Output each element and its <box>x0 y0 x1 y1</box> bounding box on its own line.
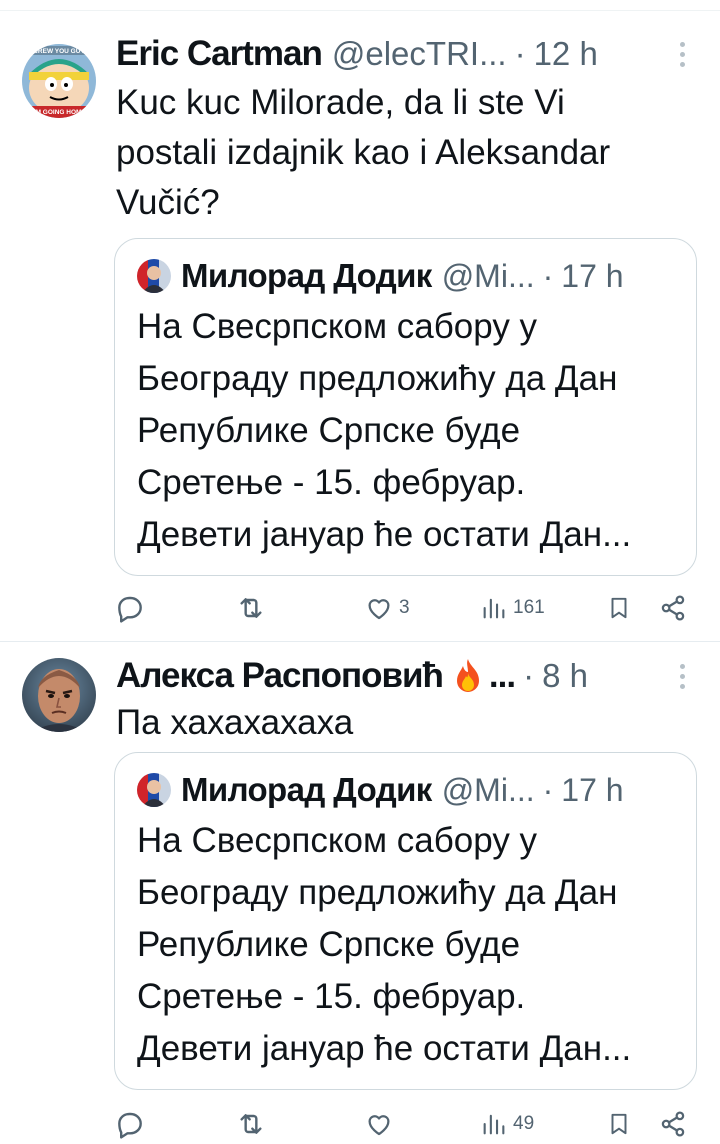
views-count: 161 <box>513 597 545 618</box>
face-avatar-icon <box>22 658 96 732</box>
like-button[interactable]: 3 <box>364 588 410 628</box>
tweet-header: Eric Cartman @elecTRI... · 12 h <box>116 30 690 78</box>
separator-dot: · <box>523 657 535 694</box>
quoted-tweet[interactable]: Милорад Додик @Mi... · 17 h На Свесрпско… <box>114 238 697 576</box>
avatar-banner-top: SCREW YOU GUYS <box>29 48 90 55</box>
text-line: Републике Српске буде <box>137 925 521 964</box>
name-truncation: ... <box>488 656 516 695</box>
quote-author-handle[interactable]: @Mi... <box>442 772 535 809</box>
tweet-header: Алекса Распоповић ... · 8 h <box>116 652 690 700</box>
text-line: Kuc kuc Milorade, da li ste Vi <box>116 83 565 122</box>
author-name[interactable]: Алекса Распоповић <box>116 656 444 696</box>
tweet-text: Kuc kuc Milorade, da li ste Vi postali i… <box>116 78 690 228</box>
tweet-1[interactable]: SCREW YOU GUYS I'M GOING HOME Eric Cartm… <box>0 0 720 640</box>
views-count: 49 <box>513 1113 535 1134</box>
retweet-icon <box>240 1114 262 1134</box>
more-icon[interactable] <box>674 34 690 74</box>
reply-icon <box>118 596 142 623</box>
reply-button[interactable] <box>114 1104 151 1144</box>
separator-dot: · <box>542 257 554 294</box>
share-button[interactable] <box>658 1104 688 1144</box>
text-line: Сретење - 15. фебруар. <box>137 977 526 1016</box>
bookmark-icon <box>611 1113 627 1135</box>
retweet-icon <box>240 598 262 618</box>
text-line: Сретење - 15. фебруар. <box>137 463 526 502</box>
text-line: postali izdajnik kao i Aleksandar <box>116 133 611 172</box>
more-icon[interactable] <box>674 656 690 696</box>
text-line: Републике Српске буде <box>137 411 521 450</box>
reply-icon <box>118 1112 142 1139</box>
views-icon <box>483 598 505 619</box>
timestamp[interactable]: 8 h <box>542 657 588 695</box>
reply-button[interactable] <box>114 588 151 628</box>
share-button[interactable] <box>658 588 688 628</box>
quote-text: На Свесрпском сабору у Београду предложи… <box>137 301 678 561</box>
quote-author-name[interactable]: Милорад Додик <box>181 771 432 809</box>
text-line: На Свесрпском сабору у <box>137 307 538 346</box>
quote-header: Милорад Додик @Mi... · 17 h <box>137 767 678 813</box>
text-line: Девети јануар ће остати Дан... <box>137 1029 632 1068</box>
action-bar: 49 <box>114 1104 694 1144</box>
share-icon <box>661 595 685 621</box>
like-icon <box>368 599 390 620</box>
like-icon <box>368 1115 390 1136</box>
timestamp[interactable]: 12 h <box>534 35 598 73</box>
text-line: Па хахахахаха <box>116 703 354 742</box>
tweet-text: Па хахахахаха <box>116 698 690 748</box>
fire-emoji-icon <box>453 657 483 695</box>
separator-dot: · <box>542 771 554 808</box>
text-line: Vučić? <box>116 183 220 222</box>
views-button[interactable]: 161 <box>480 588 545 628</box>
views-icon <box>483 1114 505 1135</box>
bookmark-icon <box>611 597 627 619</box>
text-line: Девети јануар ће остати Дан... <box>137 515 632 554</box>
bookmark-button[interactable] <box>606 588 632 628</box>
quote-author-handle[interactable]: @Mi... <box>442 258 535 295</box>
bookmark-button[interactable] <box>606 1104 632 1144</box>
quote-avatar <box>137 259 171 293</box>
quote-author-name[interactable]: Милорад Додик <box>181 257 432 295</box>
dodik-avatar-icon <box>137 773 171 807</box>
like-count: 3 <box>399 597 410 618</box>
author-handle[interactable]: @elecTRI... <box>332 35 507 73</box>
quote-timestamp[interactable]: 17 h <box>561 772 623 809</box>
retweet-button[interactable] <box>234 1104 273 1144</box>
tweet-2[interactable]: Алекса Распоповић ... · 8 h Па хахахахах… <box>0 642 720 1139</box>
retweet-button[interactable] <box>234 588 273 628</box>
quote-timestamp[interactable]: 17 h <box>561 258 623 295</box>
text-line: Београду предложићу да Дан <box>137 873 618 912</box>
quote-avatar <box>137 773 171 807</box>
quoted-tweet[interactable]: Милорад Додик @Mi... · 17 h На Свесрпско… <box>114 752 697 1090</box>
text-line: На Свесрпском сабору у <box>137 821 538 860</box>
cartman-avatar-icon: SCREW YOU GUYS I'M GOING HOME <box>22 44 96 118</box>
share-icon <box>661 1111 685 1137</box>
avatar[interactable]: SCREW YOU GUYS I'M GOING HOME <box>22 44 96 118</box>
author-name[interactable]: Eric Cartman <box>116 34 323 74</box>
avatar-banner-bottom: I'M GOING HOME <box>32 109 86 116</box>
quote-text: На Свесрпском сабору у Београду предложи… <box>137 815 678 1075</box>
quote-header: Милорад Додик @Mi... · 17 h <box>137 253 678 299</box>
action-bar: 3 161 <box>114 588 694 628</box>
like-button[interactable] <box>364 1104 399 1144</box>
views-button[interactable]: 49 <box>480 1104 534 1144</box>
avatar[interactable] <box>22 658 96 732</box>
dodik-avatar-icon <box>137 259 171 293</box>
text-line: Београду предложићу да Дан <box>137 359 618 398</box>
separator-dot: · <box>514 35 526 72</box>
